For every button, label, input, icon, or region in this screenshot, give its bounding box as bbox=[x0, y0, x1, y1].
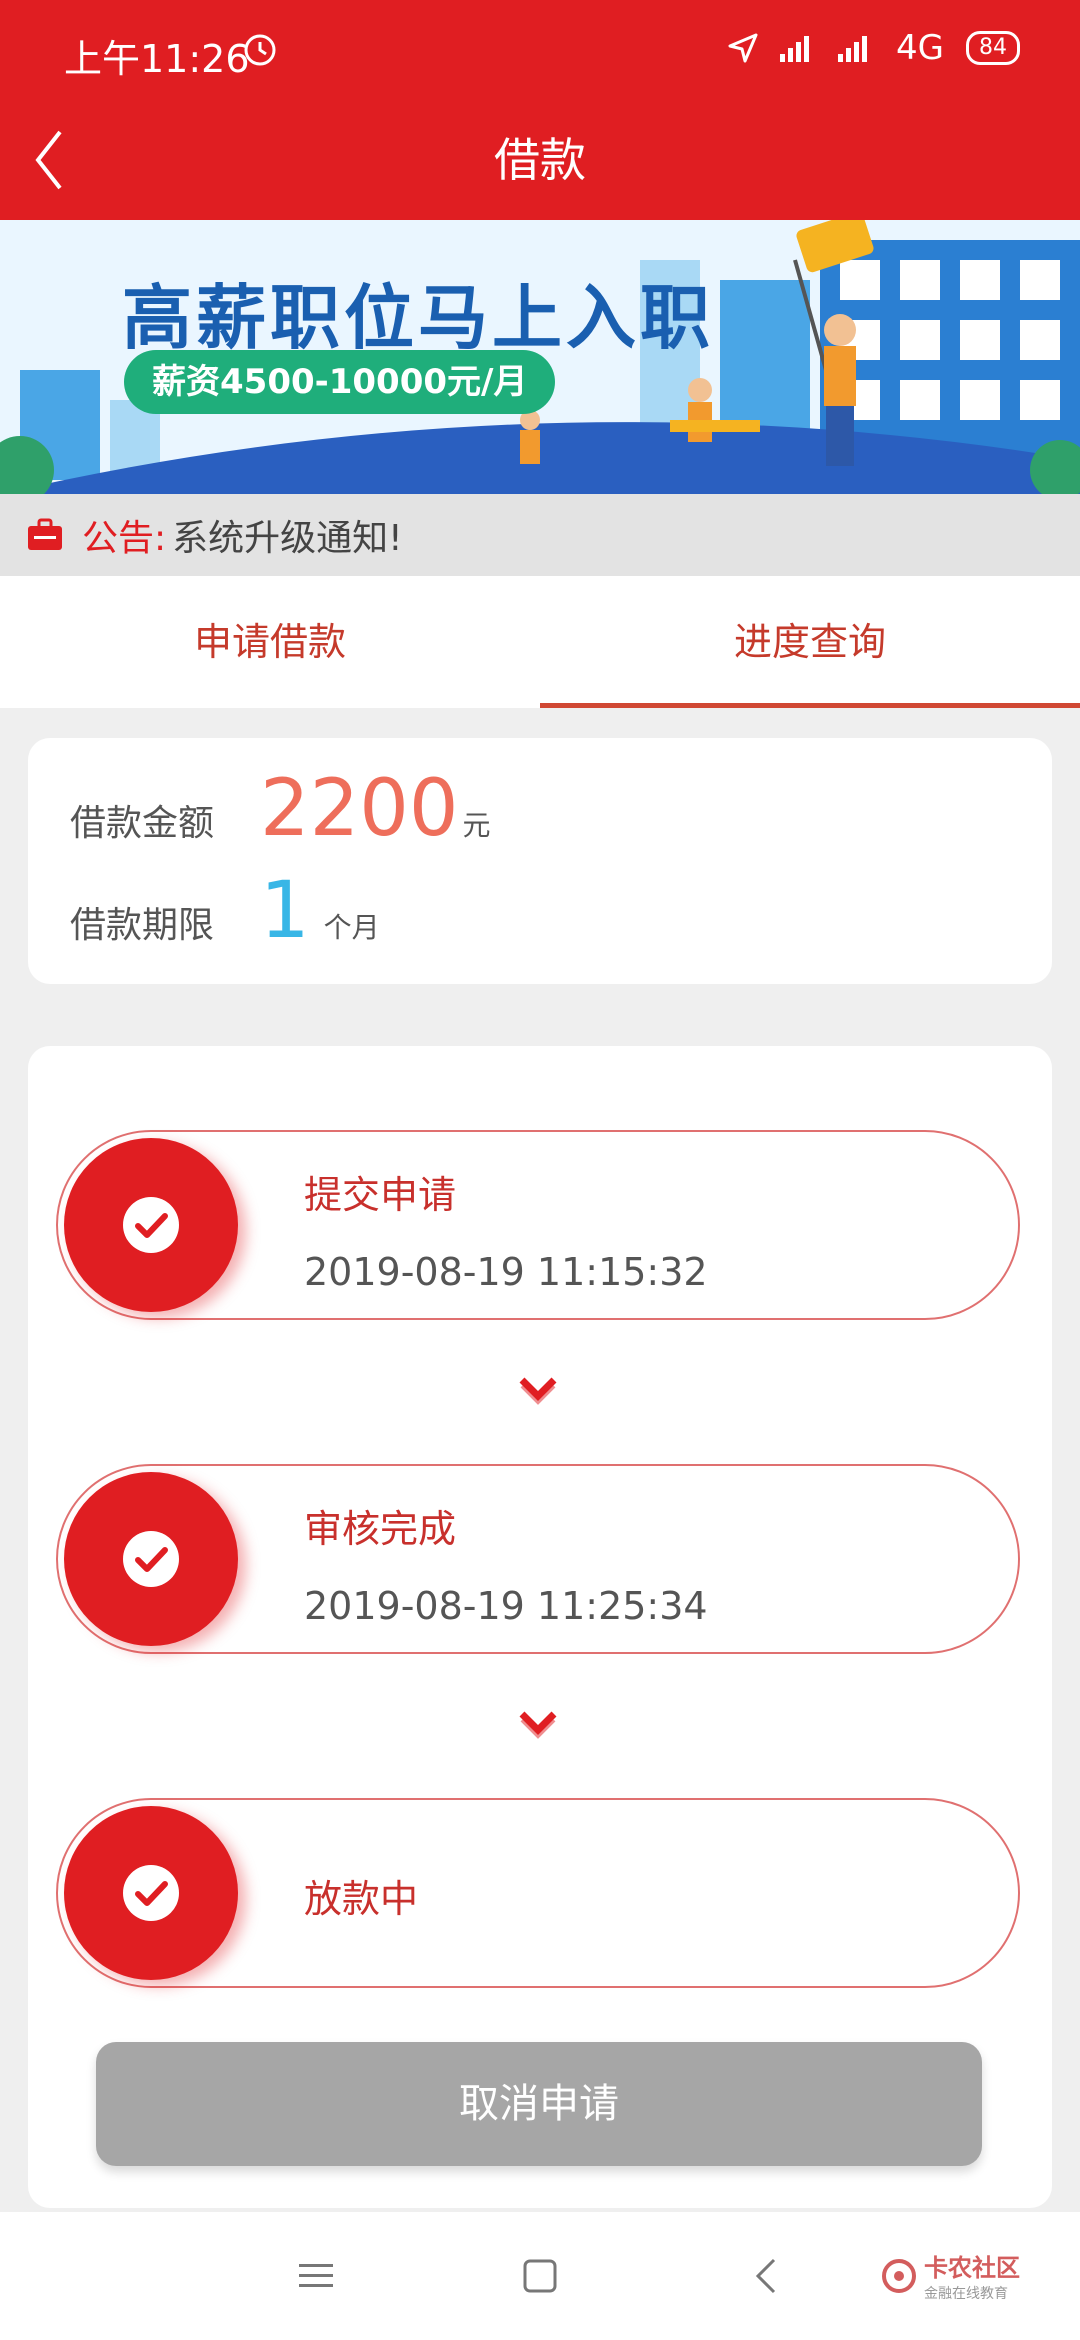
tab-bar: 申请借款 进度查询 bbox=[0, 576, 1080, 708]
tab-apply-loan[interactable]: 申请借款 bbox=[0, 576, 540, 708]
banner-headline: 高薪职位马上入职 bbox=[122, 277, 714, 359]
square-icon bbox=[523, 2259, 557, 2293]
network-type: 4G bbox=[896, 28, 944, 68]
step-time: 2019-08-19 11:25:34 bbox=[304, 1584, 708, 1628]
step-item: 审核完成 2019-08-19 11:25:34 bbox=[56, 1464, 1020, 1654]
home-button[interactable] bbox=[514, 2250, 566, 2302]
progress-card: 提交申请 2019-08-19 11:15:32 审核完成 2019-08-19… bbox=[28, 1046, 1052, 2208]
step-title: 提交申请 bbox=[304, 1173, 457, 1217]
check-circle-icon bbox=[123, 1197, 179, 1253]
notice-bar[interactable]: 公告: 系统升级通知! bbox=[0, 494, 1080, 576]
tab-progress-query[interactable]: 进度查询 bbox=[540, 576, 1080, 708]
cancel-application-button[interactable]: 取消申请 bbox=[96, 2042, 982, 2166]
kanong-logo-icon bbox=[882, 2258, 916, 2293]
amount-unit: 元 bbox=[462, 809, 491, 842]
signal-icon bbox=[838, 36, 868, 62]
app-bar: 借款 bbox=[0, 100, 1080, 220]
term-label: 借款期限 bbox=[70, 905, 215, 946]
loan-amount-row: 借款金额 2200 元 bbox=[70, 764, 491, 854]
loan-summary-card: 借款金额 2200 元 借款期限 1 个月 bbox=[28, 738, 1052, 984]
notice-label: 公告: bbox=[82, 518, 167, 559]
loan-term-row: 借款期限 1 个月 bbox=[70, 866, 380, 956]
chevron-down-icon bbox=[519, 1711, 557, 1739]
promo-banner[interactable]: 高薪职位马上入职 薪资4500-10000元/月 bbox=[0, 220, 1080, 494]
notice-text: 系统升级通知! bbox=[172, 518, 403, 559]
alarm-icon bbox=[244, 34, 276, 66]
status-bar: 上午11:26 4G 84 bbox=[0, 0, 1080, 100]
watermark-tagline: 金融在线教育 bbox=[924, 2286, 1008, 2302]
menu-button[interactable] bbox=[290, 2250, 342, 2302]
chevron-left-icon bbox=[755, 2258, 776, 2294]
watermark: 卡农社区 金融在线教育 bbox=[882, 2248, 1020, 2303]
chevron-down-icon bbox=[519, 1377, 557, 1405]
banner-salary: 薪资4500-10000元/月 bbox=[124, 350, 556, 414]
system-back-button[interactable] bbox=[740, 2250, 792, 2302]
step-status-circle bbox=[64, 1138, 238, 1312]
step-status-circle bbox=[64, 1472, 238, 1646]
step-status-circle bbox=[64, 1806, 238, 1980]
step-title: 审核完成 bbox=[304, 1507, 457, 1551]
amount-label: 借款金额 bbox=[70, 803, 215, 844]
check-circle-icon bbox=[123, 1865, 179, 1921]
status-time: 上午11:26 bbox=[64, 37, 250, 81]
step-item: 提交申请 2019-08-19 11:15:32 bbox=[56, 1130, 1020, 1320]
location-icon bbox=[728, 33, 758, 63]
battery-icon: 84 bbox=[966, 31, 1020, 65]
watermark-name: 卡农社区 bbox=[924, 2254, 1020, 2282]
term-unit: 个月 bbox=[323, 911, 380, 944]
step-title: 放款中 bbox=[304, 1877, 419, 1921]
signal-icon bbox=[780, 36, 810, 62]
step-item: 放款中 bbox=[56, 1798, 1020, 1988]
briefcase-icon bbox=[28, 518, 62, 550]
step-time: 2019-08-19 11:15:32 bbox=[304, 1250, 708, 1294]
page-title: 借款 bbox=[494, 133, 586, 187]
term-value: 1 bbox=[260, 866, 310, 956]
menu-icon bbox=[299, 2264, 333, 2287]
check-circle-icon bbox=[123, 1531, 179, 1587]
amount-value: 2200 bbox=[260, 764, 459, 854]
